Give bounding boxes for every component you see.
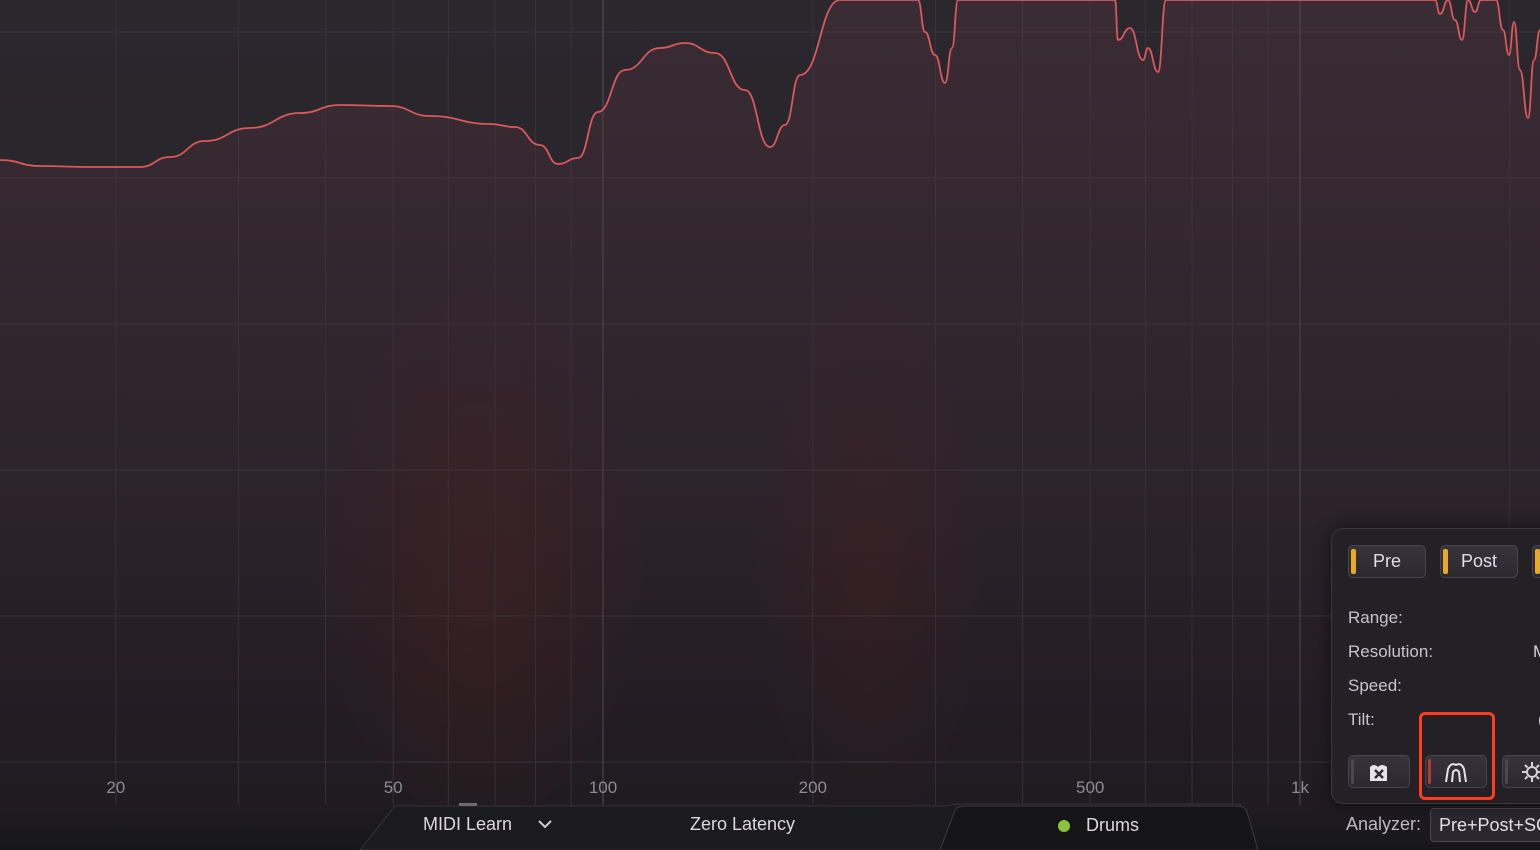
instance-name[interactable]: Drums bbox=[1086, 815, 1139, 836]
post-button[interactable]: Post bbox=[1440, 545, 1518, 578]
freeze-button[interactable] bbox=[1348, 755, 1410, 788]
analyzer-label: Analyzer: bbox=[1346, 814, 1422, 834]
post-button-label: Post bbox=[1460, 551, 1498, 571]
settings-button[interactable] bbox=[1502, 755, 1540, 788]
freq-label-1k: 1k bbox=[1291, 778, 1309, 797]
pre-button[interactable]: Pre bbox=[1348, 545, 1426, 578]
resolution-value[interactable]: M bbox=[1533, 642, 1540, 662]
instance-status-dot bbox=[1058, 820, 1070, 832]
tilt-label: Tilt: bbox=[1348, 710, 1375, 729]
analyzer-select[interactable]: Pre+Post+SC bbox=[1430, 808, 1540, 842]
pre-led bbox=[1351, 549, 1356, 574]
range-label: Range: bbox=[1348, 608, 1403, 627]
gear-icon bbox=[1522, 761, 1540, 782]
freq-label-50: 50 bbox=[383, 778, 403, 797]
settings-edge bbox=[1505, 759, 1508, 784]
freq-label-500: 500 bbox=[1075, 778, 1105, 797]
analyzer-settings-panel: Pre Post Range: Resolution: M Speed: Til… bbox=[1331, 528, 1540, 804]
pre-button-label: Pre bbox=[1372, 551, 1401, 571]
speed-label: Speed: bbox=[1348, 676, 1402, 695]
sc-led bbox=[1535, 549, 1540, 574]
freq-label-200: 200 bbox=[798, 778, 827, 797]
post-led bbox=[1443, 549, 1448, 574]
bar-grip bbox=[459, 803, 477, 806]
peak-hold-button[interactable] bbox=[1425, 755, 1487, 788]
peak-hold-edge bbox=[1428, 759, 1431, 784]
resolution-label: Resolution: bbox=[1348, 642, 1434, 661]
peak-hold-icon bbox=[1445, 762, 1467, 782]
freeze-icon bbox=[1370, 764, 1387, 781]
midi-learn-button[interactable]: MIDI Learn bbox=[423, 814, 512, 835]
spectrum-graph[interactable] bbox=[0, 0, 1540, 805]
freeze-edge bbox=[1351, 759, 1354, 784]
zero-latency-button[interactable]: Zero Latency bbox=[690, 814, 795, 835]
chevron-down-icon[interactable] bbox=[536, 816, 554, 832]
sc-button[interactable] bbox=[1532, 545, 1540, 578]
freq-label-20: 20 bbox=[106, 778, 126, 797]
freq-label-100: 100 bbox=[588, 778, 618, 797]
